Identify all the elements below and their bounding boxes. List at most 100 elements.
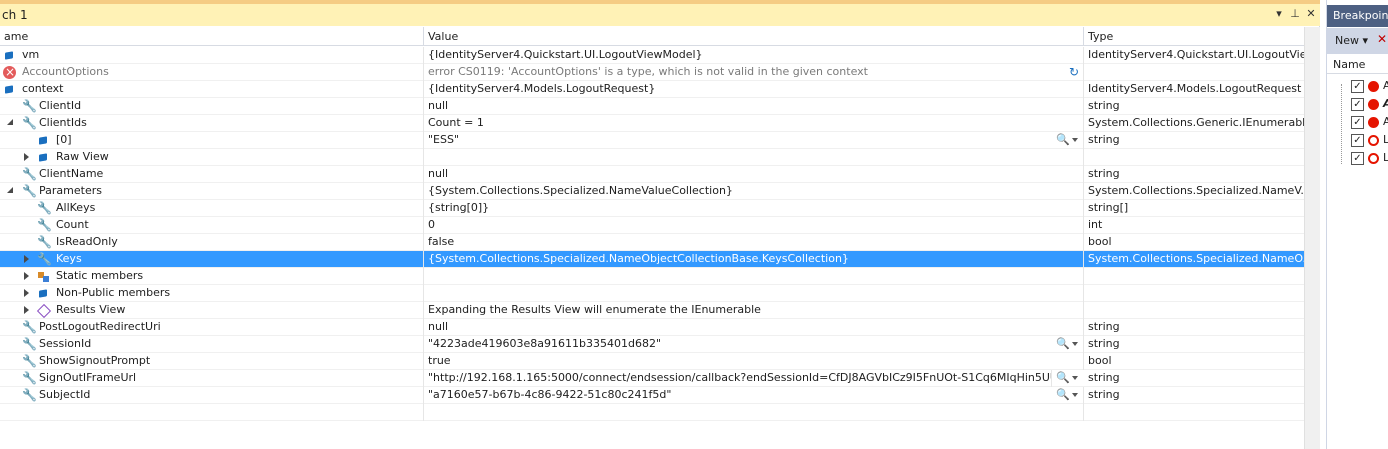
breakpoints-column-header: Name (1327, 56, 1388, 74)
row-value[interactable]: "ESS" (424, 132, 1084, 149)
watch-row-signoutiframeurl[interactable]: 🔧 SignOutIFrameUrl "http://192.168.1.165… (0, 370, 1304, 387)
magnifier-icon[interactable]: 🔍 (1056, 372, 1070, 384)
row-value[interactable]: null (424, 98, 1084, 115)
visualizer-dropdown-icon[interactable] (1072, 342, 1078, 346)
collapse-arrow-icon[interactable] (7, 119, 13, 125)
watch-row-parameters[interactable]: 🔧 Parameters {System.Collections.Special… (0, 183, 1304, 200)
watch-row-results-view[interactable]: Results View Expanding the Results View … (0, 302, 1304, 319)
column-type-header[interactable]: Type (1084, 27, 1304, 46)
watch-row-clientname[interactable]: 🔧 ClientName null string (0, 166, 1304, 183)
row-value[interactable]: Expanding the Results View will enumerat… (424, 302, 1084, 319)
row-name: IsReadOnly (56, 235, 118, 248)
refresh-icon[interactable]: ↻ (1069, 65, 1079, 79)
expand-arrow-icon[interactable] (24, 272, 29, 280)
watch-row-allkeys[interactable]: 🔧 AllKeys {string[0]} string[] (0, 200, 1304, 217)
checkbox-checked[interactable]: ✓ (1351, 98, 1364, 111)
magnifier-icon[interactable]: 🔍 (1056, 134, 1070, 146)
delete-icon[interactable]: ✕ (1377, 32, 1387, 46)
watch-row-subjectid[interactable]: 🔧 SubjectId "a7160e57-b67b-4c86-9422-51c… (0, 387, 1304, 404)
pin-icon[interactable]: ⊥ (1288, 7, 1302, 21)
watch-row-non-public-members[interactable]: Non-Public members (0, 285, 1304, 302)
watch-row-index-0[interactable]: [0] "ESS" 🔍 string (0, 132, 1304, 149)
close-icon[interactable]: ✕ (1304, 7, 1318, 21)
breakpoint-icon (1368, 117, 1379, 128)
row-value[interactable]: "a7160e57-b67b-4c86-9422-51c80c241f5d" (424, 387, 1084, 404)
checkbox-checked[interactable]: ✓ (1351, 152, 1364, 165)
row-type: string (1088, 337, 1120, 350)
row-value[interactable]: {IdentityServer4.Quickstart.UI.LogoutVie… (424, 47, 1084, 64)
row-value[interactable]: "http://192.168.1.165:5000/connect/endse… (424, 370, 1052, 387)
watch-row-postlogoutredirecturi[interactable]: 🔧 PostLogoutRedirectUri null string (0, 319, 1304, 336)
watch-row-accountoptions[interactable]: AccountOptions error CS0119: 'AccountOpt… (0, 64, 1304, 81)
tracepoint-icon (1368, 153, 1379, 164)
breakpoints-title-bar[interactable]: Breakpoints (1327, 5, 1388, 27)
row-type: int (1088, 218, 1103, 231)
row-value[interactable] (424, 149, 1084, 166)
column-name-header[interactable]: ame (0, 27, 424, 46)
watch-row-vm[interactable]: vm {IdentityServer4.Quickstart.UI.Logout… (0, 47, 1304, 64)
row-value[interactable]: {System.Collections.Specialized.NameValu… (424, 183, 1084, 200)
row-value[interactable]: error CS0119: 'AccountOptions' is a type… (424, 64, 1084, 81)
row-value[interactable] (424, 285, 1084, 302)
watch-row-count[interactable]: 🔧 Count 0 int (0, 217, 1304, 234)
magnifier-icon[interactable]: 🔍 (1056, 338, 1070, 350)
expand-arrow-icon[interactable] (24, 306, 29, 314)
row-value[interactable]: 0 (424, 217, 1084, 234)
watch-row-sessionid[interactable]: 🔧 SessionId "4223ade419603e8a91611b33540… (0, 336, 1304, 353)
watch-row-raw-view[interactable]: Raw View (0, 149, 1304, 166)
watch-title-bar[interactable]: ch 1 ▾ ⊥ ✕ (0, 0, 1320, 26)
watch-row-isreadonly[interactable]: 🔧 IsReadOnly false bool (0, 234, 1304, 251)
breakpoint-label: L (1383, 151, 1388, 164)
row-value[interactable]: {string[0]} (424, 200, 1084, 217)
checkbox-checked[interactable]: ✓ (1351, 80, 1364, 93)
breakpoint-item[interactable]: ✓ A (1345, 78, 1388, 96)
expand-arrow-icon[interactable] (24, 153, 29, 161)
magnifier-icon[interactable]: 🔍 (1056, 389, 1070, 401)
row-value[interactable]: true (424, 353, 1084, 370)
row-name: ClientName (39, 167, 104, 180)
row-type: System.Collections.Generic.IEnumerabl... (1088, 116, 1304, 129)
expand-arrow-icon[interactable] (24, 255, 29, 263)
watch-row-static-members[interactable]: Static members (0, 268, 1304, 285)
visualizer-dropdown-icon[interactable] (1072, 393, 1078, 397)
watch-row-empty[interactable] (0, 404, 1304, 421)
vertical-scrollbar[interactable] (1304, 27, 1320, 449)
visualizer-dropdown-icon[interactable] (1072, 138, 1078, 142)
row-value[interactable]: {IdentityServer4.Models.LogoutRequest} (424, 81, 1084, 98)
breakpoint-icon (1368, 81, 1379, 92)
row-type: string (1088, 99, 1120, 112)
new-breakpoint-button[interactable]: New ▾ (1335, 34, 1368, 47)
watch-row-clientid[interactable]: 🔧 ClientId null string (0, 98, 1304, 115)
row-name: Results View (56, 303, 126, 316)
watch-row-clientids[interactable]: 🔧 ClientIds Count = 1 System.Collections… (0, 115, 1304, 132)
breakpoint-item[interactable]: ✓ L (1345, 132, 1388, 150)
row-type: string (1088, 167, 1120, 180)
breakpoint-item[interactable]: ✓ A (1345, 114, 1388, 132)
row-value[interactable]: null (424, 166, 1084, 183)
checkbox-checked[interactable]: ✓ (1351, 116, 1364, 129)
watch-row-showsignoutprompt[interactable]: 🔧 ShowSignoutPrompt true bool (0, 353, 1304, 370)
row-value[interactable]: false (424, 234, 1084, 251)
row-value[interactable] (424, 268, 1084, 285)
visualizer-dropdown-icon[interactable] (1072, 376, 1078, 380)
watch-row-keys[interactable]: 🔧 Keys {System.Collections.Specialized.N… (0, 251, 1304, 268)
breakpoint-item[interactable]: ✓ A (1345, 96, 1388, 114)
object-icon (37, 134, 50, 147)
column-value-header[interactable]: Value (424, 27, 1084, 46)
column-name-header[interactable]: Name (1333, 58, 1365, 71)
breakpoint-item[interactable]: ✓ L (1345, 150, 1388, 168)
collapse-arrow-icon[interactable] (7, 187, 13, 193)
wrench-icon: 🔧 (37, 235, 52, 249)
row-value[interactable]: null (424, 319, 1084, 336)
expand-arrow-icon[interactable] (24, 289, 29, 297)
row-value[interactable]: Count = 1 (424, 115, 1084, 132)
row-name: Static members (56, 269, 144, 282)
checkbox-checked[interactable]: ✓ (1351, 134, 1364, 147)
row-value[interactable]: {System.Collections.Specialized.NameObje… (424, 251, 1084, 268)
tree-line (1341, 84, 1342, 164)
row-name: SignOutIFrameUrl (39, 371, 137, 384)
row-type: string (1088, 388, 1120, 401)
row-value[interactable]: "4223ade419603e8a91611b335401d682" (424, 336, 1084, 353)
dropdown-icon[interactable]: ▾ (1272, 7, 1286, 21)
watch-row-context[interactable]: context {IdentityServer4.Models.LogoutRe… (0, 81, 1304, 98)
